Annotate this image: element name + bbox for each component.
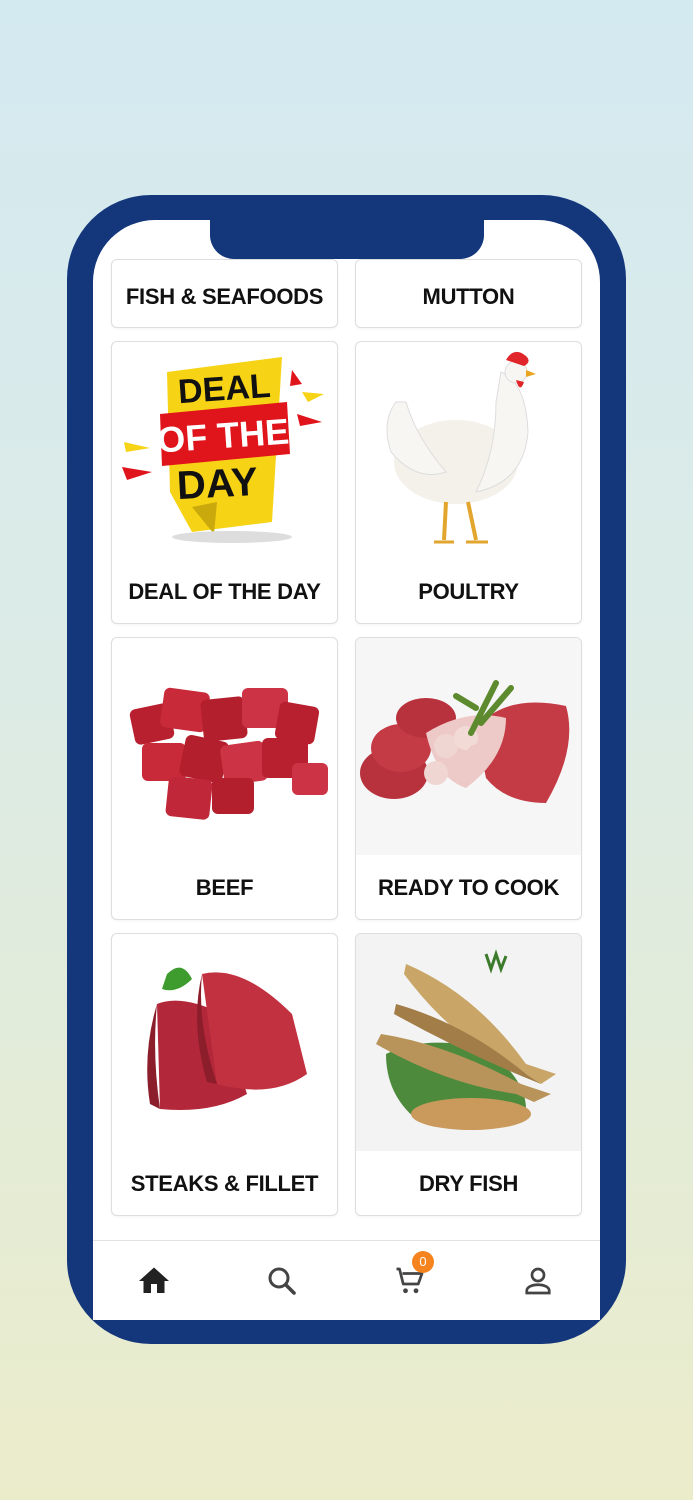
ready-to-cook-image — [356, 638, 581, 855]
category-card-poultry[interactable]: POULTRY — [355, 341, 582, 624]
nav-profile[interactable] — [520, 1263, 556, 1299]
category-card-dry-fish[interactable]: DRY FISH — [355, 933, 582, 1216]
nav-search[interactable] — [264, 1263, 300, 1299]
category-card-ready-to-cook[interactable]: READY TO COOK — [355, 637, 582, 920]
category-label: DRY FISH — [418, 1171, 519, 1196]
user-icon — [525, 1267, 551, 1295]
dry-fish-image — [356, 934, 581, 1151]
nav-home[interactable] — [136, 1263, 172, 1299]
nav-cart[interactable]: 0 — [392, 1251, 434, 1299]
cart-count-badge: 0 — [412, 1251, 434, 1273]
home-icon — [139, 1267, 169, 1293]
category-card-beef[interactable]: BEEF — [111, 637, 338, 920]
category-card-deal-of-the-day[interactable]: DEAL OF THE DAY DEAL OF THE DAY — [111, 341, 338, 624]
category-label: DEAL OF THE DAY — [128, 579, 321, 604]
category-label: POULTRY — [418, 579, 519, 604]
poultry-image — [386, 351, 536, 544]
bottom-navigation: 0 — [93, 1240, 600, 1320]
category-label: BEEF — [195, 875, 254, 900]
category-card-steaks-fillet[interactable]: STEAKS & FILLET — [111, 933, 338, 1216]
deal-line-3: DAY — [176, 460, 259, 508]
beef-image — [129, 687, 328, 820]
category-label: STEAKS & FILLET — [130, 1171, 319, 1196]
category-card-mutton[interactable]: MUTTON — [355, 259, 582, 328]
steaks-fillet-image — [147, 967, 307, 1110]
search-icon — [268, 1267, 296, 1295]
category-label: MUTTON — [422, 284, 515, 309]
category-card-fish-seafoods[interactable]: FISH & SEAFOODS — [111, 259, 338, 328]
category-label: FISH & SEAFOODS — [125, 284, 324, 309]
deal-of-the-day-image: DEAL OF THE DAY — [122, 357, 324, 543]
deal-line-1: DEAL — [177, 367, 272, 411]
category-label: READY TO COOK — [377, 875, 560, 900]
phone-notch — [210, 210, 484, 259]
